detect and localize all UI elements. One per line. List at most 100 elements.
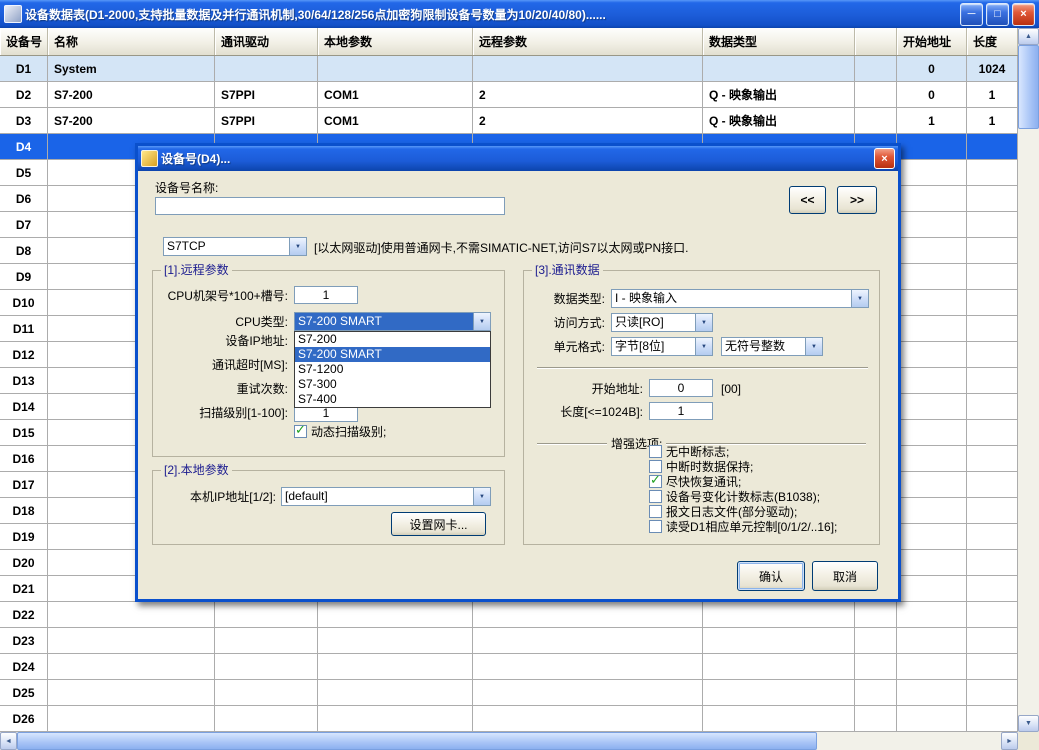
cpu-type-label: CPU类型: [235,315,288,329]
table-cell: D12 [0,342,48,367]
table-row[interactable]: D1 System 0 1024 [0,56,1018,82]
device-name-input[interactable] [155,197,505,215]
cpu-type-select[interactable]: S7-200 SMART ▼ [294,312,491,331]
access-mode-select[interactable]: 只读[RO] ▼ [611,313,713,332]
checkbox[interactable]: ✓ [649,520,662,533]
table-cell [897,680,967,705]
driver-select[interactable]: S7TCP ▼ [163,237,307,256]
prev-device-button[interactable]: << [789,186,826,214]
table-cell [967,342,1018,367]
column-header[interactable]: 通讯驱动 [215,28,318,55]
table-cell: 1 [967,108,1018,133]
column-header[interactable]: 远程参数 [473,28,703,55]
unit-format-select[interactable]: 字节[8位] ▼ [611,337,713,356]
table-cell [967,394,1018,419]
rack-slot-input[interactable] [294,286,358,304]
chevron-down-icon[interactable]: ▼ [695,314,712,331]
table-cell: D11 [0,316,48,341]
table-cell: D6 [0,186,48,211]
enhanced-option[interactable]: ✓报文日志文件(部分驱动); [649,504,837,519]
chevron-down-icon[interactable]: ▼ [695,338,712,355]
length-input[interactable] [649,402,713,420]
table-cell [703,654,855,679]
column-header[interactable]: 长度 [967,28,1018,55]
column-header[interactable]: 名称 [48,28,215,55]
table-cell: D1 [0,56,48,81]
table-cell [897,446,967,471]
table-cell [897,654,967,679]
cpu-option[interactable]: S7-300 [295,377,490,392]
table-row[interactable]: D26 [0,706,1018,732]
next-device-button[interactable]: >> [837,186,877,214]
checkbox[interactable]: ✓ [649,505,662,518]
table-cell [473,680,703,705]
data-type-select[interactable]: I - 映象输入 ▼ [611,289,869,308]
column-header[interactable]: 设备号 [0,28,48,55]
table-row[interactable]: D25 [0,680,1018,706]
dynamic-scan-checkbox[interactable]: ✓ 动态扫描级别; [294,423,386,439]
dialog-close-button[interactable]: × [874,148,895,169]
horizontal-scrollbar[interactable]: ◄ ► [0,732,1018,750]
enhanced-option[interactable]: ✓无中断标志; [649,444,837,459]
table-row[interactable]: D24 [0,654,1018,680]
cpu-option[interactable]: S7-200 SMART [295,347,490,362]
checkbox[interactable]: ✓ [649,445,662,458]
vertical-scrollbar[interactable]: ▲ ▼ [1018,28,1039,732]
enhanced-option[interactable]: ✓中断时数据保持; [649,459,837,474]
ok-button[interactable]: 确认 [737,561,805,591]
configure-nic-button[interactable]: 设置网卡... [391,512,486,536]
table-cell [215,680,318,705]
enhanced-option[interactable]: ✓设备号变化计数标志(B1038); [649,489,837,504]
table-cell [897,420,967,445]
table-cell [967,602,1018,627]
table-cell [967,238,1018,263]
scroll-up-button[interactable]: ▲ [1018,28,1039,45]
chevron-down-icon[interactable]: ▼ [473,313,490,330]
cpu-option[interactable]: S7-400 [295,392,490,407]
scroll-left-button[interactable]: ◄ [0,732,17,750]
table-cell [855,654,897,679]
table-cell: D7 [0,212,48,237]
cpu-option[interactable]: S7-200 [295,332,490,347]
device-ip-label: 设备IP地址: [225,334,288,348]
scroll-right-button[interactable]: ► [1001,732,1018,750]
table-cell: 1024 [967,56,1018,81]
maximize-button[interactable]: □ [986,2,1009,26]
close-button[interactable]: × [1012,2,1035,26]
chevron-down-icon[interactable]: ▼ [851,290,868,307]
column-header[interactable]: 本地参数 [318,28,473,55]
checkbox[interactable]: ✓ [649,490,662,503]
cancel-button[interactable]: 取消 [812,561,878,591]
vertical-scroll-track[interactable] [1018,45,1039,715]
start-address-input[interactable] [649,379,713,397]
table-cell [967,264,1018,289]
table-row[interactable]: D22 [0,602,1018,628]
chevron-down-icon[interactable]: ▼ [473,488,490,505]
horizontal-scroll-track[interactable] [17,732,1001,750]
column-header[interactable]: 数据类型 [703,28,855,55]
column-header[interactable] [855,28,897,55]
checkbox[interactable]: ✓ [649,473,662,488]
separator [537,367,868,368]
enhanced-option[interactable]: ✓ 读受D1相应单元控制[0/1/2/..16]; [649,519,837,534]
local-ip-select[interactable]: [default] ▼ [281,487,491,506]
chevron-down-icon[interactable]: ▼ [289,238,306,255]
column-header[interactable]: 开始地址 [897,28,967,55]
vertical-scroll-thumb[interactable] [1018,45,1039,129]
table-cell [48,654,215,679]
chevron-down-icon[interactable]: ▼ [805,338,822,355]
cpu-option[interactable]: S7-1200 [295,362,490,377]
table-row[interactable]: D23 [0,628,1018,654]
scroll-down-button[interactable]: ▼ [1018,715,1039,732]
enhanced-option[interactable]: ✓ 尽快恢复通讯; [649,473,837,489]
checkbox[interactable]: ✓ [294,423,307,438]
table-row[interactable]: D2 S7-200 S7PPI COM1 2 Q - 映象输出 0 1 [0,82,1018,108]
number-format-value: 无符号整数 [725,339,786,353]
horizontal-scroll-thumb[interactable] [17,732,817,750]
table-row[interactable]: D3 S7-200 S7PPI COM1 2 Q - 映象输出 1 1 [0,108,1018,134]
dialog-body: 设备号名称: << >> S7TCP ▼ [以太网驱动]使用普通网卡,不需SIM… [138,171,898,599]
table-cell: S7-200 [48,82,215,107]
rack-slot-label: CPU机架号*100+槽号: [167,289,288,303]
minimize-button[interactable]: ─ [960,2,983,26]
number-format-select[interactable]: 无符号整数 ▼ [721,337,823,356]
